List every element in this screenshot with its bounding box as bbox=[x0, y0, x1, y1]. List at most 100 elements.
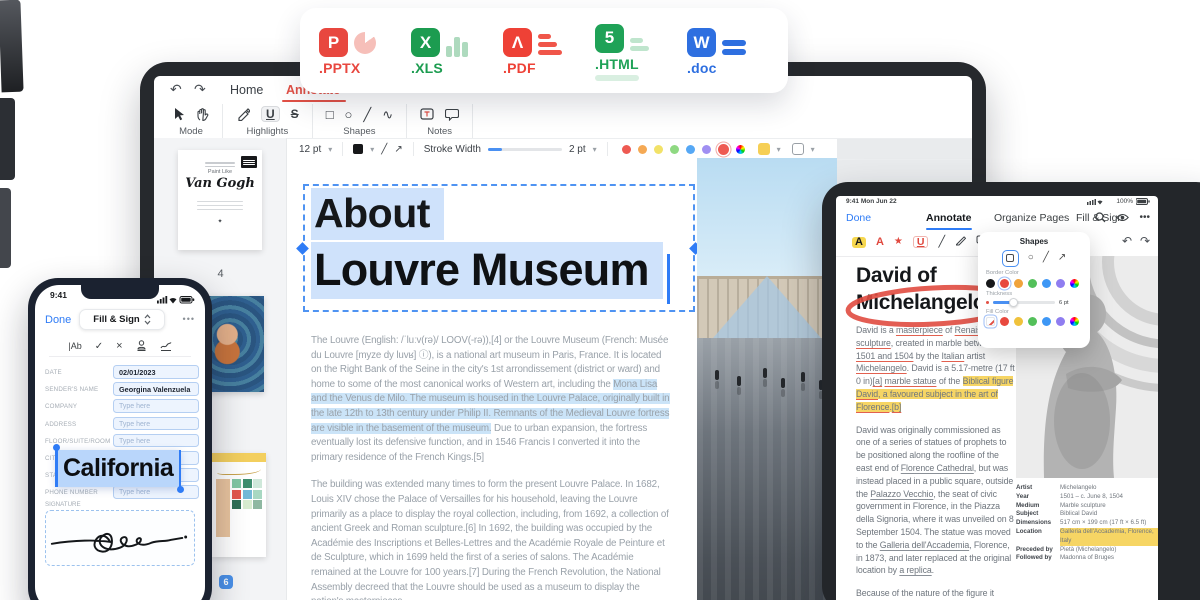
font-size-value[interactable]: 12 pt bbox=[299, 144, 321, 155]
color-swatch[interactable] bbox=[1056, 279, 1065, 288]
chevron-down-icon[interactable]: ▾ bbox=[328, 145, 332, 154]
color-swatch[interactable] bbox=[1000, 317, 1009, 326]
page-thumbnail-book-cover[interactable]: Paint Like Van Gogh ✦ bbox=[178, 150, 262, 250]
state-text-overlay[interactable]: California bbox=[56, 450, 180, 487]
color-swatch[interactable] bbox=[1042, 317, 1051, 326]
color-swatch[interactable] bbox=[1042, 279, 1051, 288]
color-swatch[interactable] bbox=[686, 145, 695, 154]
text-caret-left[interactable] bbox=[55, 450, 58, 487]
ipad-device: 9:41 Mon Jun 22 100% Done Annotate Organ… bbox=[822, 182, 1200, 600]
field-input[interactable]: Type here bbox=[113, 417, 199, 431]
color-swatch[interactable] bbox=[1070, 317, 1079, 326]
page-thumbnail-magazine[interactable] bbox=[212, 453, 266, 557]
arrow-shape-option[interactable]: ↗ bbox=[1058, 253, 1066, 263]
table-label: Year bbox=[1016, 493, 1060, 502]
checkmark-tool-icon[interactable]: ✓ bbox=[95, 342, 103, 352]
underline-tool-icon[interactable]: U bbox=[261, 106, 280, 122]
cross-tool-icon[interactable]: × bbox=[116, 341, 122, 352]
color-swatch[interactable] bbox=[1070, 279, 1079, 288]
eye-icon[interactable] bbox=[1116, 213, 1129, 222]
rectangle-icon[interactable]: □ bbox=[326, 108, 334, 121]
selection-handle-left[interactable] bbox=[296, 242, 309, 255]
color-swatch[interactable] bbox=[670, 145, 679, 154]
text-color-swatch[interactable] bbox=[353, 144, 363, 154]
text-box-icon[interactable] bbox=[420, 108, 434, 120]
line-icon[interactable]: ╱ bbox=[363, 108, 371, 121]
color-swatch[interactable] bbox=[986, 279, 995, 288]
color-swatch[interactable] bbox=[736, 145, 745, 154]
format-html: 5 .HTML bbox=[595, 21, 677, 81]
fill-color-swatch[interactable] bbox=[792, 143, 804, 155]
done-button[interactable]: Done bbox=[45, 314, 71, 326]
redo-icon[interactable]: ↷ bbox=[1140, 234, 1150, 248]
highlight-text-tool-icon[interactable]: A bbox=[852, 237, 866, 248]
arrow-tool-icon[interactable]: ↗ bbox=[394, 144, 402, 155]
chevron-down-icon[interactable]: ▾ bbox=[593, 145, 597, 154]
highlighter-icon[interactable] bbox=[236, 107, 250, 121]
comment-icon[interactable] bbox=[445, 108, 459, 121]
pencil-tool-icon[interactable] bbox=[955, 235, 966, 249]
thickness-label: Thickness bbox=[986, 291, 1082, 297]
redo-icon[interactable]: ↷ bbox=[194, 81, 206, 98]
field-input[interactable]: Type here bbox=[113, 485, 199, 499]
undo-icon[interactable]: ↶ bbox=[1122, 234, 1132, 248]
color-swatch[interactable] bbox=[622, 145, 631, 154]
ellipse-icon[interactable]: ○ bbox=[345, 108, 353, 121]
pointer-icon[interactable] bbox=[173, 107, 185, 121]
chevron-down-icon[interactable]: ▾ bbox=[777, 145, 781, 154]
word-icon: W bbox=[687, 28, 716, 57]
color-swatch[interactable] bbox=[1056, 317, 1065, 326]
done-button[interactable]: Done bbox=[846, 212, 871, 224]
square-shape-option[interactable] bbox=[1002, 250, 1019, 267]
highlight-color-swatch[interactable] bbox=[758, 143, 770, 155]
publisher-badge bbox=[241, 156, 257, 168]
color-swatch[interactable] bbox=[1028, 317, 1037, 326]
line-tool-icon[interactable]: ╱ bbox=[938, 237, 945, 248]
color-swatch[interactable] bbox=[638, 145, 647, 154]
tab-annotate[interactable]: Annotate bbox=[926, 212, 972, 224]
field-input[interactable]: Georgina Valenzuela bbox=[113, 382, 199, 396]
more-menu-icon[interactable]: ••• bbox=[1139, 212, 1150, 223]
color-swatch[interactable] bbox=[1028, 279, 1037, 288]
hand-icon[interactable] bbox=[196, 107, 209, 121]
line-tool-icon[interactable]: ╱ bbox=[381, 144, 387, 155]
color-swatch[interactable] bbox=[986, 317, 995, 326]
strikethrough-tool-icon[interactable]: S bbox=[291, 108, 299, 120]
field-input[interactable]: 02/01/2023 bbox=[113, 365, 199, 379]
color-swatch[interactable] bbox=[702, 145, 711, 154]
color-swatch[interactable] bbox=[1014, 317, 1023, 326]
signature-field[interactable] bbox=[45, 510, 195, 566]
pie-chart-icon bbox=[354, 32, 376, 54]
color-swatch[interactable] bbox=[1014, 279, 1023, 288]
undo-icon[interactable]: ↶ bbox=[170, 81, 182, 98]
text-color-tool-icon[interactable]: A bbox=[876, 237, 884, 248]
stroke-width-value[interactable]: 2 pt bbox=[569, 144, 586, 155]
underline-tool-icon[interactable]: U bbox=[913, 236, 929, 249]
field-label: SENDER'S NAME bbox=[45, 386, 98, 393]
chevron-down-icon[interactable]: ▾ bbox=[811, 145, 815, 154]
stroke-width-slider[interactable] bbox=[488, 148, 562, 151]
color-swatch[interactable] bbox=[718, 144, 729, 155]
favorite-tool-icon[interactable]: ★ bbox=[894, 237, 903, 247]
text-caret-right[interactable] bbox=[179, 450, 182, 487]
thickness-slider[interactable] bbox=[993, 301, 1055, 304]
text-tool-icon[interactable]: |Ab bbox=[68, 342, 81, 351]
search-icon[interactable] bbox=[1095, 212, 1106, 223]
freehand-icon[interactable]: ∿ bbox=[382, 108, 393, 121]
color-swatch[interactable] bbox=[654, 145, 663, 154]
line-shape-option[interactable]: ╱ bbox=[1043, 253, 1049, 263]
chevron-down-icon[interactable]: ▾ bbox=[370, 145, 374, 154]
field-input[interactable]: Type here bbox=[113, 434, 199, 448]
stamp-tool-icon[interactable] bbox=[136, 340, 147, 354]
tab-organize-pages[interactable]: Organize Pages bbox=[994, 212, 1069, 224]
signature-tool-icon[interactable] bbox=[160, 340, 172, 354]
color-swatch[interactable] bbox=[1000, 279, 1009, 288]
stepper-icon bbox=[144, 314, 151, 325]
tab-home[interactable]: Home bbox=[230, 83, 263, 97]
field-input[interactable]: Type here bbox=[113, 399, 199, 413]
mode-picker[interactable]: Fill & Sign bbox=[79, 309, 165, 330]
table-value: Galleria dell'Accademia, Florence, Italy bbox=[1060, 528, 1158, 546]
more-menu-icon[interactable]: ••• bbox=[183, 314, 195, 324]
format-label: .HTML bbox=[595, 56, 677, 72]
circle-shape-option[interactable]: ○ bbox=[1028, 253, 1034, 263]
